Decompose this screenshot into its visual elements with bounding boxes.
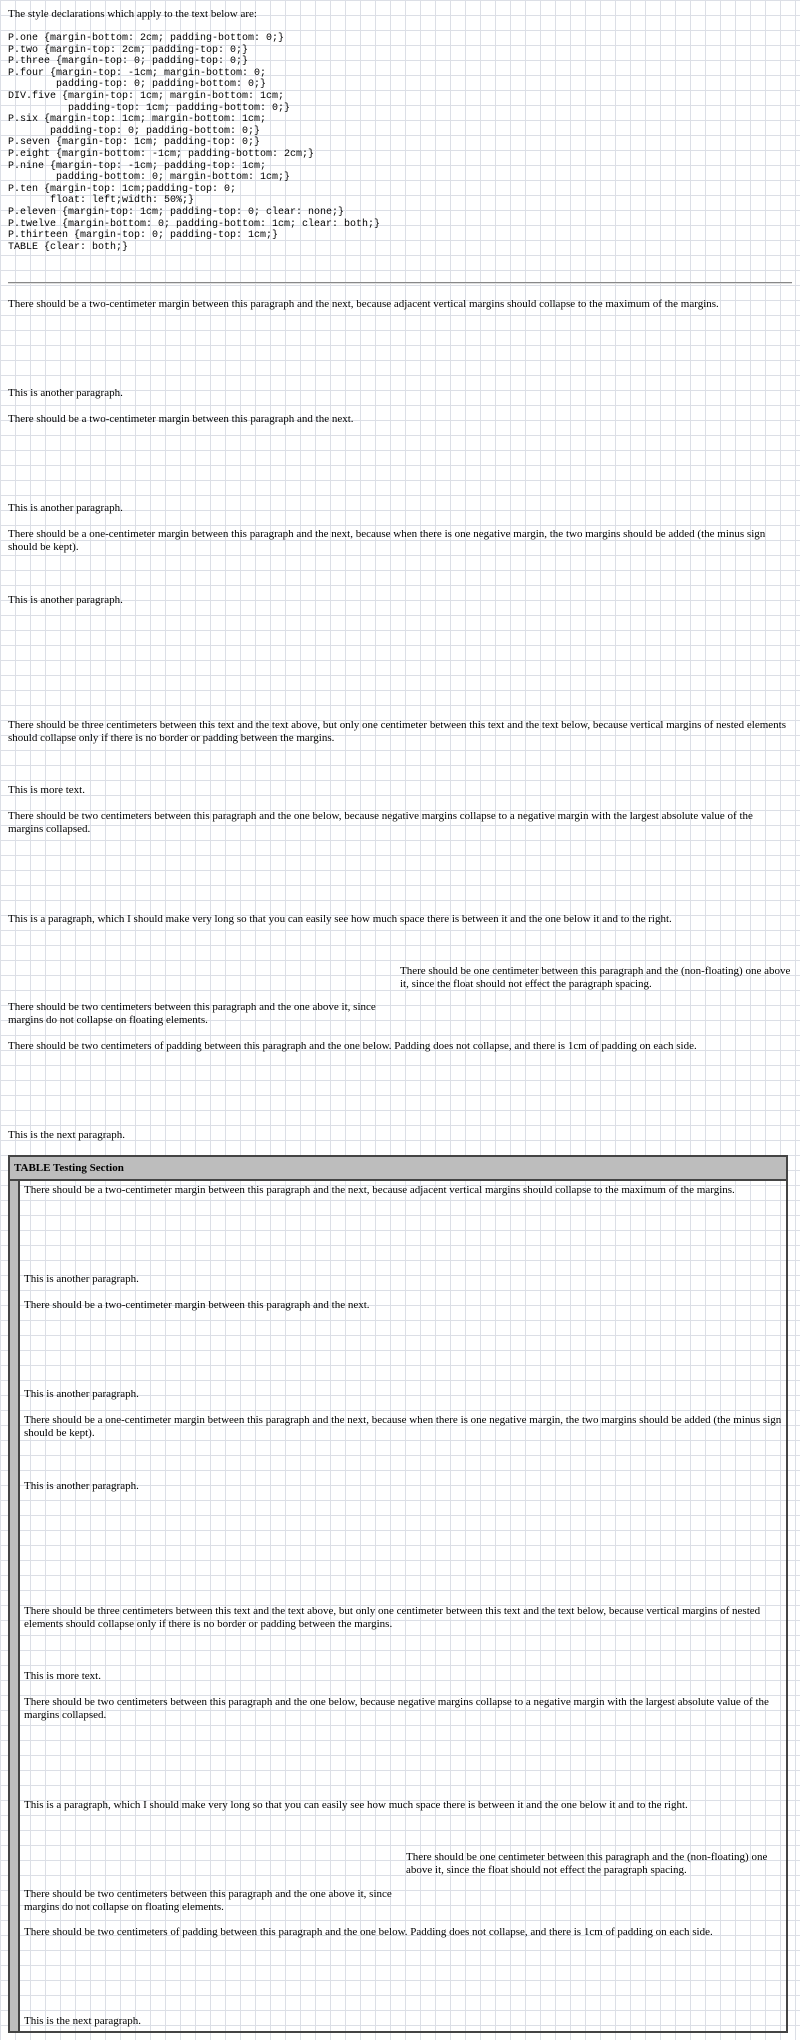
table-paragraph-ten: This is a paragraph, which I should make… <box>24 1799 688 1811</box>
paragraph-ten: This is a paragraph, which I should make… <box>8 913 672 925</box>
table-side-cell <box>10 1181 20 2031</box>
table-paragraph-fourteen: This is the next paragraph. <box>24 2015 141 2027</box>
paragraph-three: There should be a two-centimeter margin … <box>8 413 354 425</box>
paragraph-fourteen: This is the next paragraph. <box>8 1129 125 1141</box>
table-paragraph-four: This is another paragraph. <box>24 1388 139 1400</box>
table-paragraph-nine: There should be two centimeters between … <box>24 1696 769 1721</box>
paragraph-nine: There should be two centimeters between … <box>8 810 753 835</box>
table-paragraph-two: This is another paragraph. <box>24 1273 139 1285</box>
paragraph-eleven: There should be two centimeters between … <box>8 1001 376 1026</box>
table-paragraph-thirteen: There should be two centimeters of paddi… <box>24 1926 713 1938</box>
table-paragraph-six: This is another paragraph. <box>24 1480 139 1492</box>
paragraph-twelve-float: There should be one centimeter between t… <box>400 965 791 990</box>
table-paragraph-eight: This is more text. <box>24 1670 101 1682</box>
table-paragraph-three: There should be a two-centimeter margin … <box>24 1299 370 1311</box>
table-paragraph-one: There should be a two-centimeter margin … <box>24 1184 735 1196</box>
intro-text: The style declarations which apply to th… <box>8 8 257 20</box>
paragraph-four: This is another paragraph. <box>8 502 123 514</box>
horizontal-rule <box>8 282 792 284</box>
paragraph-one: There should be a two-centimeter margin … <box>8 298 719 310</box>
table-testing-section: TABLE Testing Section There should be a … <box>8 1155 788 2033</box>
table-paragraph-twelve-float: There should be one centimeter between t… <box>406 1851 768 1876</box>
paragraph-eight: This is more text. <box>8 784 85 796</box>
css-code-block: P.one {margin-bottom: 2cm; padding-botto… <box>8 33 381 253</box>
paragraph-two: This is another paragraph. <box>8 387 123 399</box>
paragraph-five: There should be a one-centimeter margin … <box>8 528 766 553</box>
table-header: TABLE Testing Section <box>10 1157 786 1181</box>
paragraph-thirteen: There should be two centimeters of paddi… <box>8 1040 697 1052</box>
paragraph-seven: There should be three centimeters betwee… <box>8 719 786 744</box>
table-paragraph-eleven: There should be two centimeters between … <box>24 1888 392 1913</box>
table-paragraph-seven: There should be three centimeters betwee… <box>24 1605 761 1630</box>
paragraph-six: This is another paragraph. <box>8 594 123 606</box>
table-paragraph-five: There should be a one-centimeter margin … <box>24 1414 782 1439</box>
